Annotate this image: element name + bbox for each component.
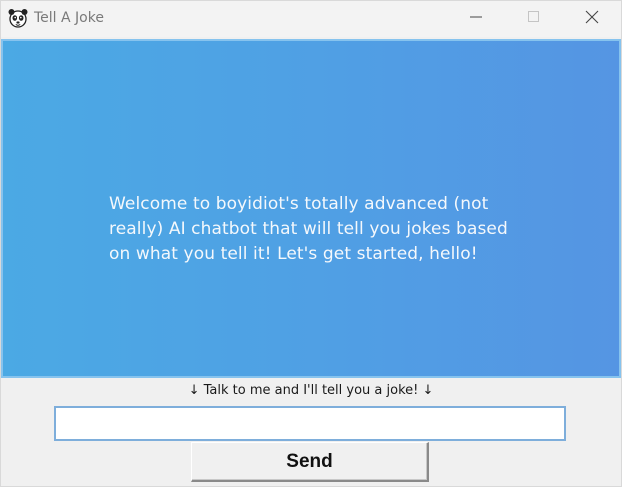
close-button[interactable]: [569, 1, 615, 36]
message-input[interactable]: [54, 406, 566, 441]
maximize-icon: [527, 9, 541, 28]
chat-message: Welcome to boyidiot's totally advanced (…: [109, 194, 508, 264]
maximize-button[interactable]: [511, 1, 557, 36]
window-title: Tell A Joke: [34, 10, 104, 26]
app-window: Tell A Joke Welcome to boyidiot's totall…: [0, 0, 622, 487]
title-bar[interactable]: Tell A Joke: [1, 1, 621, 37]
chat-display: Welcome to boyidiot's totally advanced (…: [1, 39, 621, 378]
prompt-label: ↓ Talk to me and I'll tell you a joke! ↓: [188, 383, 434, 398]
panda-icon: [7, 7, 29, 29]
close-icon: [584, 9, 600, 29]
send-button[interactable]: Send: [191, 442, 429, 482]
minimize-icon: [469, 9, 483, 28]
minimize-button[interactable]: [453, 1, 499, 36]
